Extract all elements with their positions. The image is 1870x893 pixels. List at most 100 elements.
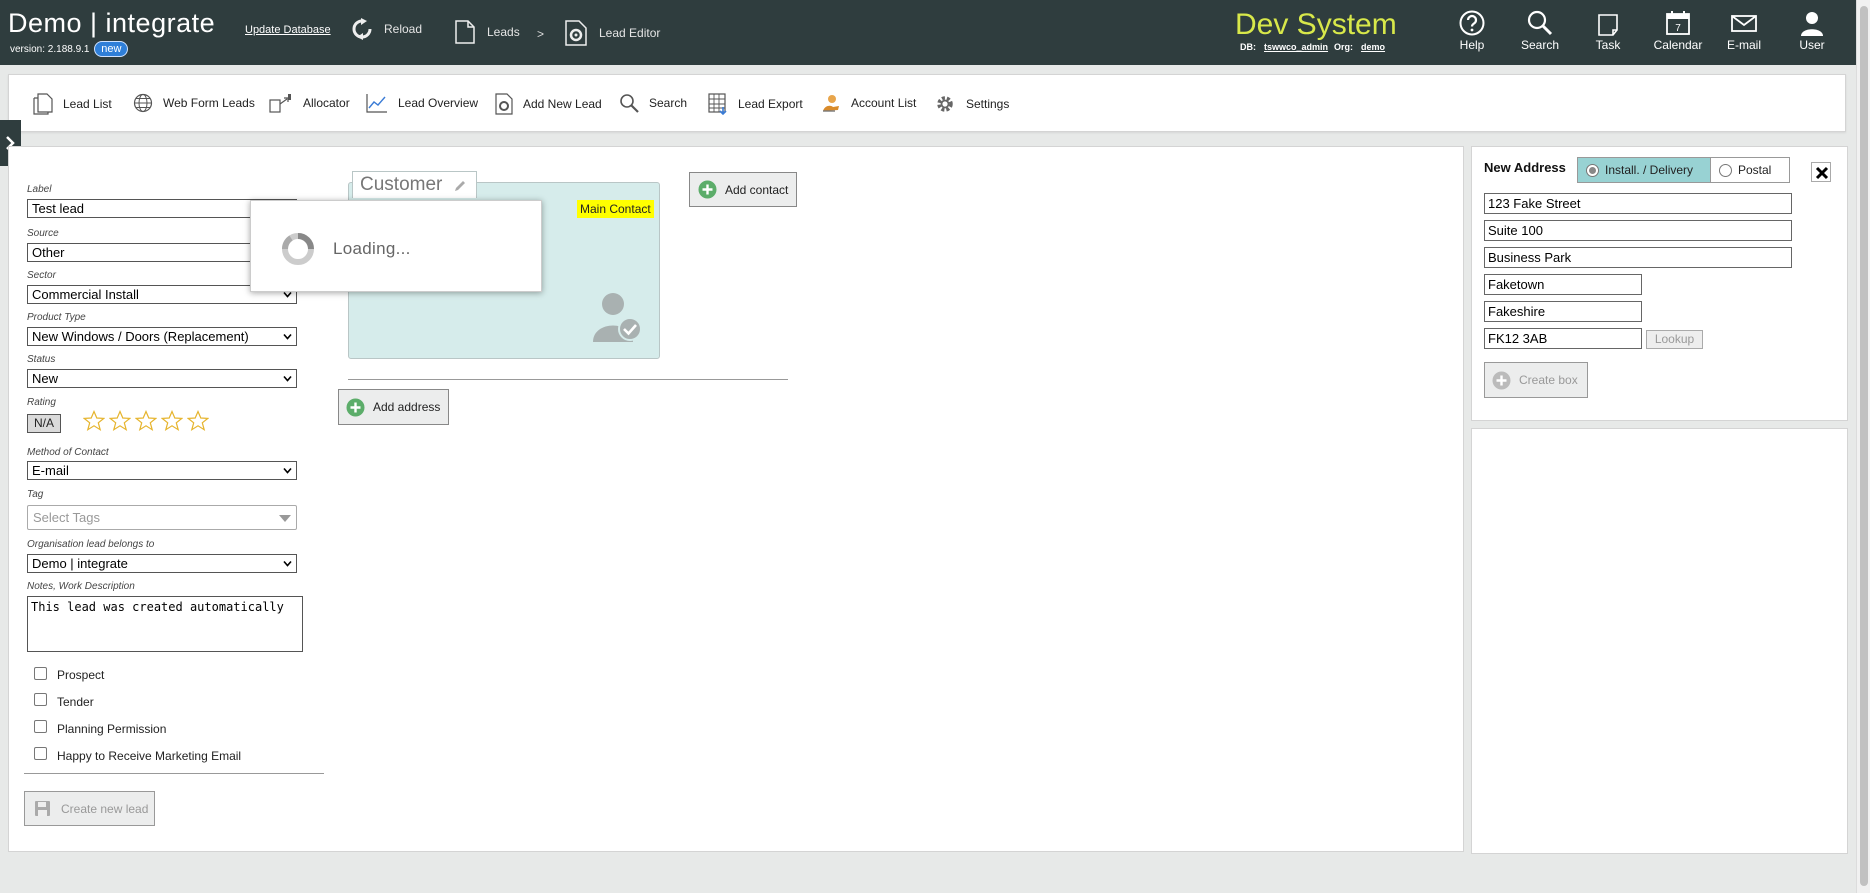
lead-overview-button[interactable]: Lead Overview: [366, 93, 478, 113]
add-new-lead-button[interactable]: Add New Lead: [495, 93, 602, 115]
star-icon[interactable]: [187, 410, 209, 432]
calendar-day: 7: [1675, 23, 1681, 34]
reload-button[interactable]: Reload: [352, 18, 422, 40]
notes-textarea[interactable]: This lead was created automatically: [27, 596, 303, 652]
install-delivery-option[interactable]: Install. / Delivery: [1578, 158, 1710, 182]
postcode-input[interactable]: FK12 3AB: [1484, 328, 1642, 349]
search-toolbar-button[interactable]: Search: [619, 93, 687, 113]
scrollbar-thumb[interactable]: [1860, 6, 1868, 886]
email-button[interactable]: E-mail: [1714, 10, 1774, 52]
postal-label: Postal: [1738, 163, 1772, 177]
lead-list-button[interactable]: Lead List: [33, 93, 112, 115]
planning-permission-checkbox[interactable]: [34, 720, 47, 733]
star-icon[interactable]: [161, 410, 183, 432]
new-badge[interactable]: new: [94, 41, 129, 57]
account-hand-icon: [823, 95, 839, 112]
main-contact-badge: Main Contact: [577, 200, 654, 218]
reload-label: Reload: [384, 22, 423, 36]
reload-icon: [352, 18, 372, 40]
account-list-button[interactable]: Account List: [821, 93, 916, 113]
spreadsheet-export-icon: [708, 93, 727, 115]
top-header: Demo | integrate Update Database version…: [0, 0, 1856, 65]
web-form-leads-label: Web Form Leads: [163, 96, 255, 110]
search-header-button[interactable]: Search: [1510, 10, 1570, 52]
loading-overlay: Loading...: [250, 200, 542, 292]
address-line2-input[interactable]: Suite 100: [1484, 220, 1792, 241]
create-new-lead-button[interactable]: Create new lead: [24, 791, 155, 826]
settings-label: Settings: [966, 97, 1010, 111]
add-address-button[interactable]: Add address: [338, 389, 449, 425]
allocator-icon: [269, 94, 291, 113]
notes-caption: Notes, Work Description: [27, 581, 135, 592]
address-lower-panel: [1471, 428, 1848, 854]
star-icon[interactable]: [109, 410, 131, 432]
account-list-label: Account List: [851, 96, 917, 110]
sector-value: Commercial Install: [32, 287, 139, 302]
product-type-value: New Windows / Doors (Replacement): [32, 329, 249, 344]
tag-caption: Tag: [27, 489, 44, 500]
db-label: DB:: [1240, 42, 1256, 52]
product-type-select[interactable]: New Windows / Doors (Replacement): [27, 327, 297, 346]
search-toolbar-label: Search: [649, 96, 688, 110]
create-box-button[interactable]: Create box: [1484, 362, 1588, 398]
task-button[interactable]: Task: [1578, 10, 1638, 52]
prospect-label: Prospect: [57, 668, 105, 682]
document-icon: [455, 20, 475, 44]
allocator-button[interactable]: Allocator: [269, 93, 350, 113]
lead-export-button[interactable]: Lead Export: [708, 93, 803, 115]
org-value-link[interactable]: demo: [1361, 42, 1385, 52]
db-value-link[interactable]: tswwco_admin: [1264, 42, 1328, 52]
calendar-label: Calendar: [1653, 38, 1703, 52]
help-button[interactable]: Help: [1442, 10, 1502, 52]
version-label: version: 2.188.9.1: [10, 44, 90, 55]
address-line1-input[interactable]: 123 Fake Street: [1484, 193, 1792, 214]
create-new-lead-label: Create new lead: [61, 801, 149, 816]
user-button[interactable]: User: [1782, 10, 1842, 52]
chevron-down-icon: [283, 375, 292, 382]
method-of-contact-select[interactable]: E-mail: [27, 461, 297, 480]
db-org-info: DB: tswwco_admin Org: demo: [1240, 42, 1391, 52]
status-select[interactable]: New: [27, 369, 297, 388]
breadcrumb-separator: >: [537, 27, 545, 41]
chevron-down-icon: [283, 560, 292, 567]
add-contact-button[interactable]: Add contact: [689, 172, 797, 207]
user-icon: [1801, 12, 1823, 36]
update-database-link[interactable]: Update Database: [245, 24, 331, 36]
lead-list-label: Lead List: [63, 97, 112, 111]
plus-circle-icon: [346, 398, 365, 416]
settings-button[interactable]: Settings: [934, 93, 1009, 115]
county-input[interactable]: Fakeshire: [1484, 301, 1642, 322]
task-label: Task: [1595, 38, 1621, 52]
method-of-contact-caption: Method of Contact: [27, 447, 109, 458]
star-icon[interactable]: [135, 410, 157, 432]
tender-label: Tender: [57, 695, 94, 709]
rating-na-button[interactable]: N/A: [27, 414, 61, 433]
marketing-email-checkbox[interactable]: [34, 747, 47, 760]
tag-select[interactable]: Select Tags: [27, 505, 297, 530]
star-icon[interactable]: [83, 410, 105, 432]
save-icon: [35, 801, 50, 816]
organisation-select[interactable]: Demo | integrate: [27, 554, 297, 573]
close-address-button[interactable]: [1811, 162, 1831, 182]
address-line3-input[interactable]: Business Park: [1484, 247, 1792, 268]
spinner-icon: [281, 233, 314, 265]
version-info: version: 2.188.9.1 new: [10, 41, 129, 57]
rating-caption: Rating: [27, 397, 56, 408]
tender-checkbox[interactable]: [34, 693, 47, 706]
calendar-button[interactable]: 7 Calendar: [1648, 10, 1708, 52]
label-caption: Label: [27, 184, 52, 195]
town-input[interactable]: Faketown: [1484, 274, 1642, 295]
vertical-scrollbar[interactable]: [1856, 0, 1870, 893]
sector-caption: Sector: [27, 270, 56, 281]
pencil-icon[interactable]: [453, 179, 467, 193]
lookup-button[interactable]: Lookup: [1646, 330, 1703, 349]
help-icon: [1459, 10, 1485, 36]
source-value: Other: [32, 245, 65, 260]
leads-breadcrumb[interactable]: Leads: [455, 20, 520, 44]
prospect-checkbox[interactable]: [34, 667, 47, 680]
customer-tab-label: Customer: [360, 174, 443, 195]
postal-option[interactable]: Postal: [1710, 158, 1789, 182]
web-form-leads-button[interactable]: Web Form Leads: [133, 93, 255, 113]
lead-editor-breadcrumb[interactable]: Lead Editor: [565, 20, 660, 46]
customer-tab[interactable]: Customer: [352, 171, 477, 198]
